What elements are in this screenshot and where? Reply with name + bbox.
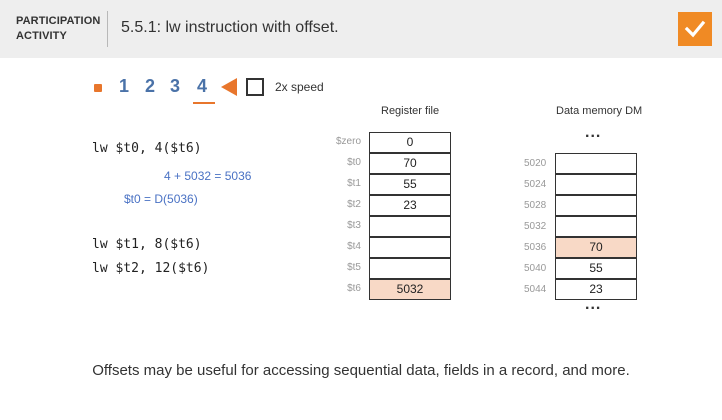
step-3-button[interactable]: 3 xyxy=(170,76,180,97)
register-label: $t4 xyxy=(347,241,361,252)
completed-badge xyxy=(678,12,712,46)
register-cell xyxy=(369,216,451,237)
register-cell: 55 xyxy=(369,174,451,195)
memory-cell: 55 xyxy=(555,258,637,279)
memory-ellipsis-bottom: ... xyxy=(585,296,602,313)
memory-address: 5028 xyxy=(524,200,547,211)
memory-cell: 70 xyxy=(555,237,637,258)
speed-checkbox[interactable] xyxy=(246,78,264,96)
memory-address: 5036 xyxy=(524,242,547,253)
start-button[interactable] xyxy=(94,84,102,92)
memory-address: 5024 xyxy=(524,179,547,190)
step-4-button[interactable]: 4 xyxy=(197,76,207,97)
memory-cell xyxy=(555,216,637,237)
activity-header: PARTICIPATION ACTIVITY 5.5.1: lw instruc… xyxy=(0,0,722,58)
register-label: $zero xyxy=(335,136,361,147)
note-add: 4 + 5032 = 5036 xyxy=(164,169,252,183)
register-cell: 0 xyxy=(369,132,451,153)
activity-kind: PARTICIPATION ACTIVITY xyxy=(16,14,100,44)
register-label: $t2 xyxy=(347,199,361,210)
register-label: $t5 xyxy=(347,262,361,273)
register-cell: 70 xyxy=(369,153,451,174)
header-divider xyxy=(107,11,108,47)
code-line-1: lw $t0, 4($t6) xyxy=(92,141,202,156)
activity-kind-line2: ACTIVITY xyxy=(16,30,67,42)
caption: Offsets may be useful for accessing sequ… xyxy=(92,362,630,379)
memory-address: 5032 xyxy=(524,221,547,232)
register-file-title: Register file xyxy=(381,105,440,117)
memory-address: 5040 xyxy=(524,263,547,274)
register-cell: 5032 xyxy=(369,279,451,300)
triangle-play-icon[interactable] xyxy=(220,77,238,97)
step-1-button[interactable]: 1 xyxy=(119,76,129,97)
memory-address: 5044 xyxy=(524,284,547,295)
note-load: $t0 = D(5036) xyxy=(124,192,198,206)
register-cell xyxy=(369,258,451,279)
activity-kind-line1: PARTICIPATION xyxy=(16,15,101,27)
data-memory-title: Data memory DM xyxy=(556,105,643,117)
code-line-3: lw $t2, 12($t6) xyxy=(92,261,210,276)
register-cell xyxy=(369,237,451,258)
checkmark-icon xyxy=(684,20,706,38)
register-label: $t0 xyxy=(347,157,361,168)
memory-address: 5020 xyxy=(524,158,547,169)
register-cell: 23 xyxy=(369,195,451,216)
register-label: $t3 xyxy=(347,220,361,231)
code-line-2: lw $t1, 8($t6) xyxy=(92,237,202,252)
memory-cell xyxy=(555,195,637,216)
memory-cell xyxy=(555,174,637,195)
register-label: $t6 xyxy=(347,283,361,294)
memory-cell xyxy=(555,153,637,174)
step-2-button[interactable]: 2 xyxy=(145,76,155,97)
memory-ellipsis-top: ... xyxy=(585,124,602,141)
activity-title: 5.5.1: lw instruction with offset. xyxy=(121,19,339,36)
speed-label: 2x speed xyxy=(275,80,324,94)
register-label: $t1 xyxy=(347,178,361,189)
current-step-indicator xyxy=(193,102,215,104)
